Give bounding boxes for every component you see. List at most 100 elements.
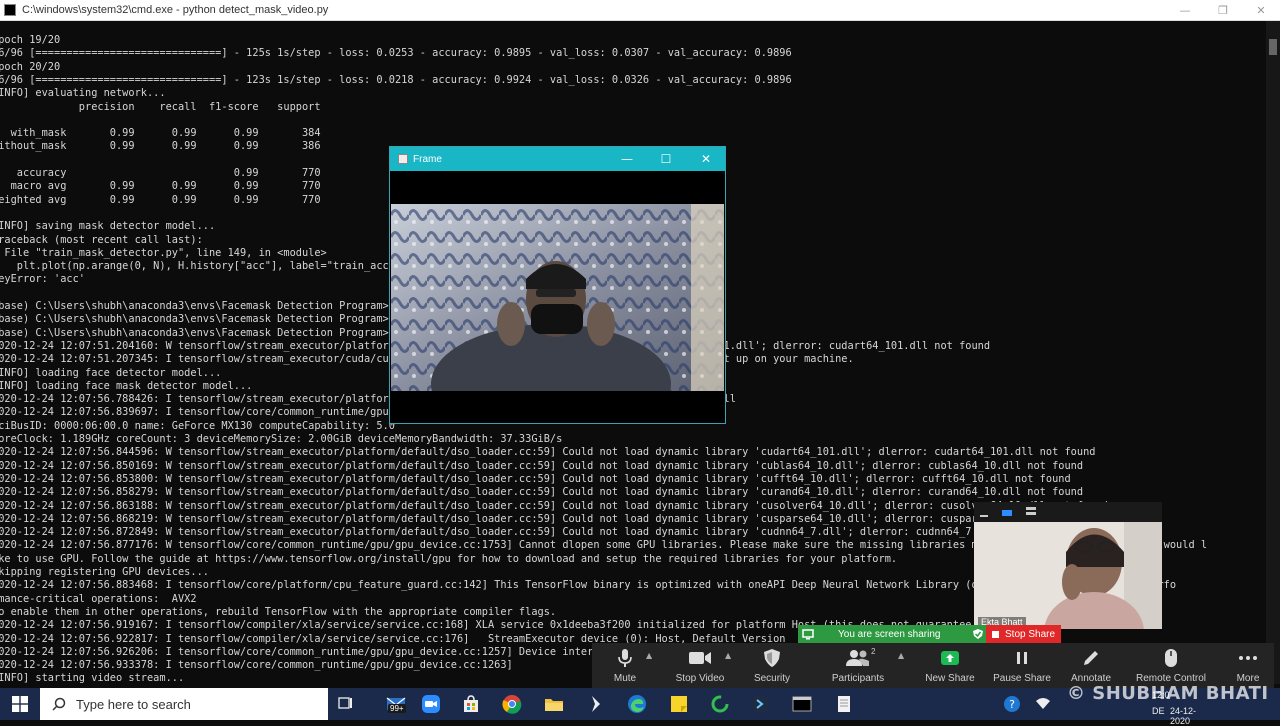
console-line: 2020-12-24 12:07:56.853800: W tensorflow… — [0, 472, 1071, 485]
console-line: 2020-12-24 12:07:56.872849: W tensorflow… — [0, 526, 997, 539]
new-share-button[interactable]: New Share — [924, 643, 976, 688]
console-line: [INFO] evaluating network... — [0, 87, 166, 100]
console-line: [INFO] starting video stream... — [0, 672, 185, 684]
console-line: To enable them in other operations, rebu… — [0, 605, 557, 618]
refresh-app-icon[interactable] — [708, 692, 732, 716]
cmd-titlebar[interactable]: C:\windows\system32\cmd.exe - python det… — [0, 0, 1280, 21]
app-icon-arrow[interactable] — [584, 692, 608, 716]
zoom-meeting-toolbar: Mute ▲ Stop Video ▲ Security Participant… — [592, 643, 1274, 688]
console-line: 2020-12-24 12:07:56.858279: W tensorflow… — [0, 486, 1084, 499]
frame-window[interactable]: Frame — ☐ ✕ — [389, 146, 726, 424]
minimize-thumbnail-icon — [980, 515, 988, 517]
screen-sharing-bar: You are screen sharing Stop Share — [798, 625, 1061, 643]
participants-label: Participants — [831, 673, 885, 684]
video-camera-icon — [688, 643, 712, 673]
view-thumbnail-icon — [1002, 510, 1012, 516]
pause-share-button[interactable]: Pause Share — [993, 643, 1051, 688]
more-button[interactable]: More — [1232, 643, 1264, 688]
file-explorer-icon[interactable] — [542, 692, 566, 716]
console-line: without_mask 0.99 0.99 0.99 386 — [0, 140, 321, 153]
console-line: 2020-12-24 12:07:56.844596: W tensorflow… — [0, 446, 1096, 459]
shield-icon — [763, 643, 781, 673]
frame-titlebar[interactable]: Frame — ☐ ✕ — [390, 147, 725, 171]
start-button[interactable] — [0, 688, 40, 720]
cmd-maximize-button[interactable]: ❐ — [1204, 0, 1242, 20]
mute-button[interactable]: Mute — [604, 643, 646, 688]
task-view-icon[interactable] — [334, 692, 358, 716]
cmd-window-title: C:\windows\system32\cmd.exe - python det… — [22, 4, 329, 16]
participant-thumbnail[interactable]: Ekta Bhatt — [974, 502, 1162, 629]
pencil-icon — [1082, 643, 1100, 673]
console-scrollbar[interactable] — [1266, 21, 1280, 684]
remote-control-button[interactable]: Remote Control — [1134, 643, 1208, 688]
console-line: [INFO] saving mask detector model... — [0, 220, 216, 233]
frame-close-button[interactable]: ✕ — [686, 147, 726, 171]
taskbar-search-box[interactable]: Type here to search — [40, 688, 328, 720]
mail-badge: 99+ — [388, 704, 406, 713]
sticky-notes-icon[interactable] — [667, 692, 691, 716]
frame-window-title: Frame — [413, 153, 442, 165]
shield-check-icon — [973, 629, 983, 639]
cmd-app-taskbar-icon[interactable] — [790, 692, 814, 716]
mute-label: Mute — [613, 673, 637, 684]
console-line: Skipping registering GPU devices... — [0, 566, 209, 578]
zoom-app-icon[interactable] — [419, 692, 443, 716]
cmd-close-button[interactable]: ✕ — [1242, 0, 1280, 20]
stop-share-button[interactable]: Stop Share — [986, 625, 1061, 643]
participants-button[interactable]: Participants — [828, 643, 888, 688]
stop-video-button[interactable]: Stop Video — [670, 643, 730, 688]
participant-video — [974, 522, 1162, 629]
cmd-minimize-button[interactable]: — — [1166, 0, 1204, 20]
console-line: weighted avg 0.99 0.99 0.99 770 — [0, 193, 321, 206]
console-line: accuracy 0.99 770 — [0, 167, 321, 179]
help-tray-icon[interactable]: ? — [1003, 688, 1025, 720]
svg-text:?: ? — [1009, 698, 1015, 711]
participant-controls[interactable] — [974, 502, 1162, 522]
cmd-app-icon — [4, 4, 16, 16]
scrollbar-thumb[interactable] — [1269, 39, 1277, 55]
frame-maximize-button[interactable]: ☐ — [646, 147, 686, 171]
tray-language: DE — [1152, 706, 1165, 716]
console-line: (base) C:\Users\shubh\anaconda3\envs\Fac… — [0, 326, 395, 339]
store-app-icon[interactable] — [459, 692, 483, 716]
console-line: 2020-12-24 12:07:56.868219: W tensorflow… — [0, 512, 997, 525]
console-line: 2020-12-24 12:07:56.850169: W tensorflow… — [0, 459, 1084, 472]
sharing-status[interactable]: You are screen sharing — [798, 625, 986, 643]
video-options-caret[interactable]: ▲ — [725, 651, 731, 660]
stop-video-label: Stop Video — [675, 673, 725, 684]
microphone-icon — [615, 643, 635, 673]
annotate-button[interactable]: Annotate — [1068, 643, 1114, 688]
chrome-app-icon[interactable] — [500, 692, 524, 716]
share-status-icon — [802, 629, 814, 640]
participants-count: 2 — [871, 647, 876, 656]
more-icon — [1238, 643, 1258, 673]
console-line: 2020-12-24 12:07:56.863188: W tensorflow… — [0, 499, 1108, 512]
console-line: pciBusID: 0000:06:00.0 name: GeForce MX1… — [0, 419, 395, 432]
webcam-video-feed — [391, 204, 724, 391]
console-line: [INFO] loading face mask detector model.… — [0, 379, 253, 392]
share-screen-icon — [940, 643, 960, 673]
console-line: [INFO] loading face detector model... — [0, 366, 222, 379]
participants-options-caret[interactable]: ▲ — [898, 651, 904, 660]
console-line: plt.plot(np.arange(0, N), H.history["acc… — [0, 260, 402, 273]
mute-options-caret[interactable]: ▲ — [646, 651, 652, 660]
search-icon — [52, 697, 66, 711]
frame-minimize-button[interactable]: — — [607, 147, 647, 171]
console-line: macro avg 0.99 0.99 0.99 770 — [0, 180, 321, 193]
security-button[interactable]: Security — [750, 643, 794, 688]
notepad-app-icon[interactable] — [832, 692, 856, 716]
terminal-app-icon[interactable] — [749, 692, 773, 716]
console-line: precision recall f1-score support — [0, 100, 321, 113]
mouse-icon — [1164, 643, 1178, 673]
participants-icon — [845, 643, 871, 673]
network-tray-icon[interactable] — [1035, 688, 1057, 720]
console-line: File "train_mask_detector.py", line 149,… — [0, 246, 327, 259]
security-label: Security — [753, 673, 791, 684]
console-line: 96/96 [==============================] -… — [0, 73, 792, 86]
pause-icon — [1014, 643, 1030, 673]
console-line: Epoch 19/20 — [0, 34, 61, 46]
console-line: with_mask 0.99 0.99 0.99 384 — [0, 127, 321, 140]
console-line: coreClock: 1.189GHz coreCount: 3 deviceM… — [0, 433, 563, 445]
pause-share-label: Pause Share — [993, 673, 1051, 684]
edge-app-icon[interactable] — [625, 692, 649, 716]
